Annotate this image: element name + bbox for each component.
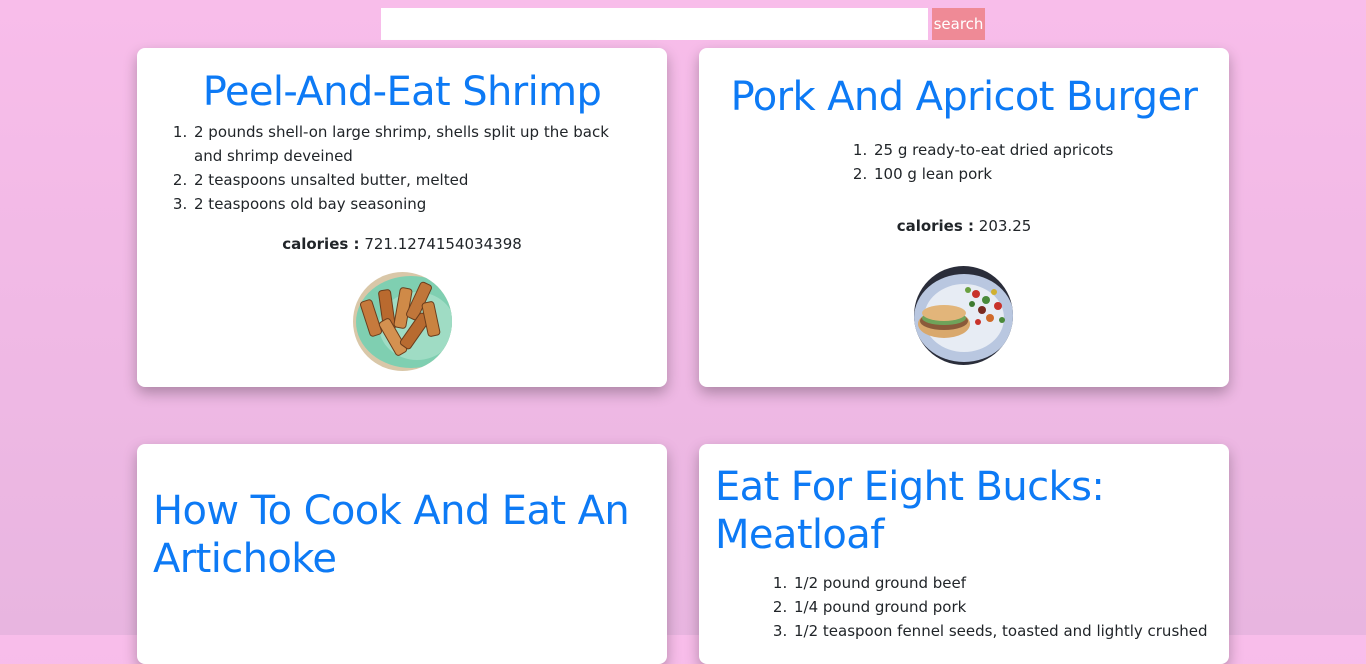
recipe-title: Peel-And-Eat Shrimp (202, 69, 602, 115)
ingredient-item: 1/2 teaspoon fennel seeds, toasted and l… (792, 619, 1212, 643)
fried-food-photo-icon (353, 272, 452, 371)
calories: calories : 203.25 (699, 214, 1229, 238)
recipe-card: Pork And Apricot Burger 25 g ready-to-ea… (699, 48, 1229, 387)
recipe-title: Eat For Eight Bucks: Meatloaf (715, 464, 1105, 558)
recipe-card: Peel-And-Eat Shrimp 2 pounds shell-on la… (137, 48, 667, 387)
ingredient-list: 1/2 pound ground beef 1/4 pound ground p… (792, 571, 1212, 643)
recipe-image (353, 272, 452, 371)
ingredient-item: 25 g ready-to-eat dried apricots (872, 138, 1202, 162)
recipe-title: Pork And Apricot Burger (730, 74, 1198, 120)
ingredient-item: 2 teaspoons old bay seasoning (192, 192, 622, 216)
search-input[interactable] (381, 8, 928, 40)
calories-value: 721.1274154034398 (364, 235, 522, 253)
ingredient-item: 2 pounds shell-on large shrimp, shells s… (192, 120, 622, 168)
ingredient-item: 100 g lean pork (872, 162, 1202, 186)
burger-plate-photo-icon (914, 266, 1013, 365)
recipe-title: How To Cook And Eat An Artichoke (153, 488, 630, 582)
search-bar: search (381, 8, 985, 40)
ingredient-item: 1/4 pound ground pork (792, 595, 1212, 619)
ingredient-list: 25 g ready-to-eat dried apricots 100 g l… (872, 138, 1202, 186)
recipe-image (914, 266, 1013, 365)
ingredient-item: 2 teaspoons unsalted butter, melted (192, 168, 622, 192)
recipe-card: Eat For Eight Bucks: Meatloaf 1/2 pound … (699, 444, 1229, 664)
ingredient-item: 1/2 pound ground beef (792, 571, 1212, 595)
ingredient-list: 2 pounds shell-on large shrimp, shells s… (192, 120, 622, 216)
calories: calories : 721.1274154034398 (137, 232, 667, 256)
search-button[interactable]: search (932, 8, 985, 40)
calories-label: calories : (896, 217, 975, 235)
recipe-card: How To Cook And Eat An Artichoke (137, 444, 667, 664)
calories-label: calories : (282, 235, 360, 253)
calories-value: 203.25 (978, 217, 1032, 235)
